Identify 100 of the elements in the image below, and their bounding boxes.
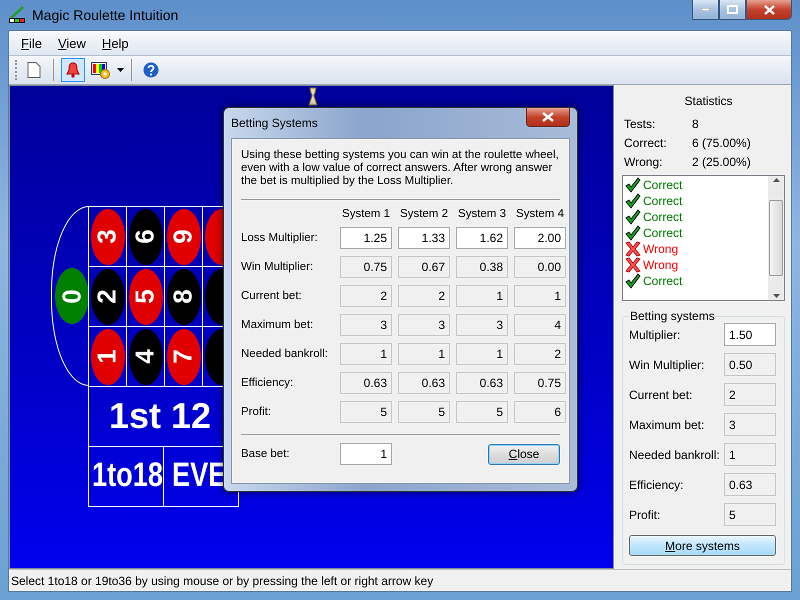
- result-label: Correct: [643, 210, 682, 224]
- stat-label: Correct:: [624, 136, 668, 150]
- bet-field-label[interactable]: 1to18: [92, 456, 164, 495]
- palette-gear-icon: [91, 62, 111, 78]
- input-field[interactable]: 1.62: [456, 227, 508, 249]
- result-label: Correct: [643, 226, 682, 240]
- scrollbar[interactable]: [768, 176, 784, 300]
- value-display: 5: [398, 401, 450, 423]
- bet-field-label[interactable]: EVE: [172, 456, 226, 495]
- dialog-description: Using these betting systems you can win at the roulette wheel, even with a low value of correct answers. After wrong answer the bet is multiplied by the Loss Multiplier.: [241, 149, 560, 188]
- value-display: 6: [514, 401, 566, 423]
- toolbar-button[interactable]: [61, 58, 85, 82]
- value-display: 0.63: [456, 372, 508, 394]
- number-chip[interactable]: 0: [55, 268, 89, 324]
- check-icon: [625, 177, 641, 193]
- result-label: Correct: [643, 274, 682, 288]
- window-title: Magic Roulette Intuition: [32, 7, 180, 23]
- minimize-icon: [701, 8, 710, 11]
- group-title: Betting systems: [629, 309, 716, 323]
- value-display: 0.63: [398, 372, 450, 394]
- value-display: 4: [514, 314, 566, 336]
- value-display: 5: [724, 503, 776, 526]
- value-display: 2: [340, 285, 392, 307]
- value-display: 2: [724, 383, 776, 406]
- value-display: 2: [398, 285, 450, 307]
- row-label: Current bet:: [629, 388, 692, 402]
- bell-icon: [65, 62, 81, 78]
- minimize-button[interactable]: [692, 0, 719, 20]
- value-display: 0.63: [724, 473, 776, 496]
- stat-label: Wrong:: [624, 154, 664, 168]
- value-display: 0.75: [514, 372, 566, 394]
- row-label: Profit:: [241, 406, 272, 418]
- value-display: 0.50: [724, 353, 776, 376]
- value-display: 1: [456, 285, 508, 307]
- column-header: System 3: [457, 208, 507, 220]
- value-display: 1: [514, 285, 566, 307]
- input-field[interactable]: 2.00: [514, 227, 566, 249]
- close-dialog-button[interactable]: Close: [488, 444, 560, 464]
- value-display: 0.00: [514, 256, 566, 278]
- result-label: Wrong: [643, 242, 678, 256]
- menu-item[interactable]: View: [50, 36, 94, 50]
- maximize-button[interactable]: [719, 0, 746, 20]
- close-button[interactable]: [526, 108, 570, 127]
- close-icon: [764, 4, 774, 14]
- zero-field[interactable]: 0: [51, 206, 89, 386]
- bet-area[interactable]: [88, 446, 164, 507]
- stat-value: 2 (25.00%): [692, 154, 752, 168]
- result-label: Correct: [643, 178, 682, 192]
- row-label: Win Multiplier:: [241, 261, 314, 273]
- menu-item[interactable]: Help: [94, 36, 137, 50]
- check-icon: [625, 273, 641, 289]
- value-display: 0.67: [398, 256, 450, 278]
- value-display: 3: [724, 413, 776, 436]
- more-systems-button[interactable]: More systems: [629, 535, 776, 556]
- input-field[interactable]: 1.25: [340, 227, 392, 249]
- stat-value: 6 (75.00%): [692, 136, 752, 150]
- dropdown-arrow-icon[interactable]: [117, 68, 124, 72]
- row-label: Base bet:: [241, 448, 291, 460]
- row-label: Loss Multiplier:: [241, 232, 319, 244]
- document-icon: [27, 62, 41, 78]
- close-button[interactable]: [746, 0, 792, 20]
- close-icon: [542, 112, 554, 122]
- column-header: System 4: [515, 208, 565, 220]
- result-label: Wrong: [643, 258, 678, 272]
- dozen-label[interactable]: 1st 12: [109, 395, 212, 437]
- row-label: Current bet:: [241, 290, 303, 302]
- cross-icon: [625, 257, 641, 273]
- dialog-title: Betting Systems: [231, 116, 318, 130]
- row-label: Needed bankroll:: [629, 448, 720, 462]
- check-icon: [625, 225, 641, 241]
- value-display: 5: [456, 401, 508, 423]
- value-display: 1: [724, 443, 776, 466]
- scroll-up-icon[interactable]: [772, 178, 780, 182]
- value-display: 1: [340, 343, 392, 365]
- value-display: 3: [398, 314, 450, 336]
- value-display: 0.38: [456, 256, 508, 278]
- results-list[interactable]: Correct Correct Correct Correct Wrong Wrong Correct: [622, 175, 785, 301]
- app-logo-icon: [8, 6, 26, 24]
- row-label: Profit:: [629, 508, 660, 522]
- row-label: Multiplier:: [629, 328, 680, 342]
- value-display: 3: [340, 314, 392, 336]
- scroll-down-icon[interactable]: [772, 294, 780, 298]
- input-field[interactable]: 1.33: [398, 227, 450, 249]
- stat-label: Tests:: [624, 116, 656, 130]
- help-icon: [143, 62, 159, 78]
- result-label: Correct: [643, 194, 682, 208]
- column-header: System 1: [341, 208, 391, 220]
- column-header: System 2: [399, 208, 449, 220]
- check-icon: [625, 193, 641, 209]
- input-field[interactable]: 1: [340, 443, 392, 465]
- menu-item[interactable]: File: [13, 36, 50, 50]
- value-display: 5: [340, 401, 392, 423]
- value-display: 1: [398, 343, 450, 365]
- input-field[interactable]: 1.50: [724, 323, 776, 346]
- check-icon: [625, 209, 641, 225]
- row-label: Maximum bet:: [241, 319, 314, 331]
- row-label: Efficiency:: [241, 377, 294, 389]
- value-display: 0.63: [340, 372, 392, 394]
- maximize-icon: [727, 5, 738, 14]
- row-label: Win Multiplier:: [629, 358, 704, 372]
